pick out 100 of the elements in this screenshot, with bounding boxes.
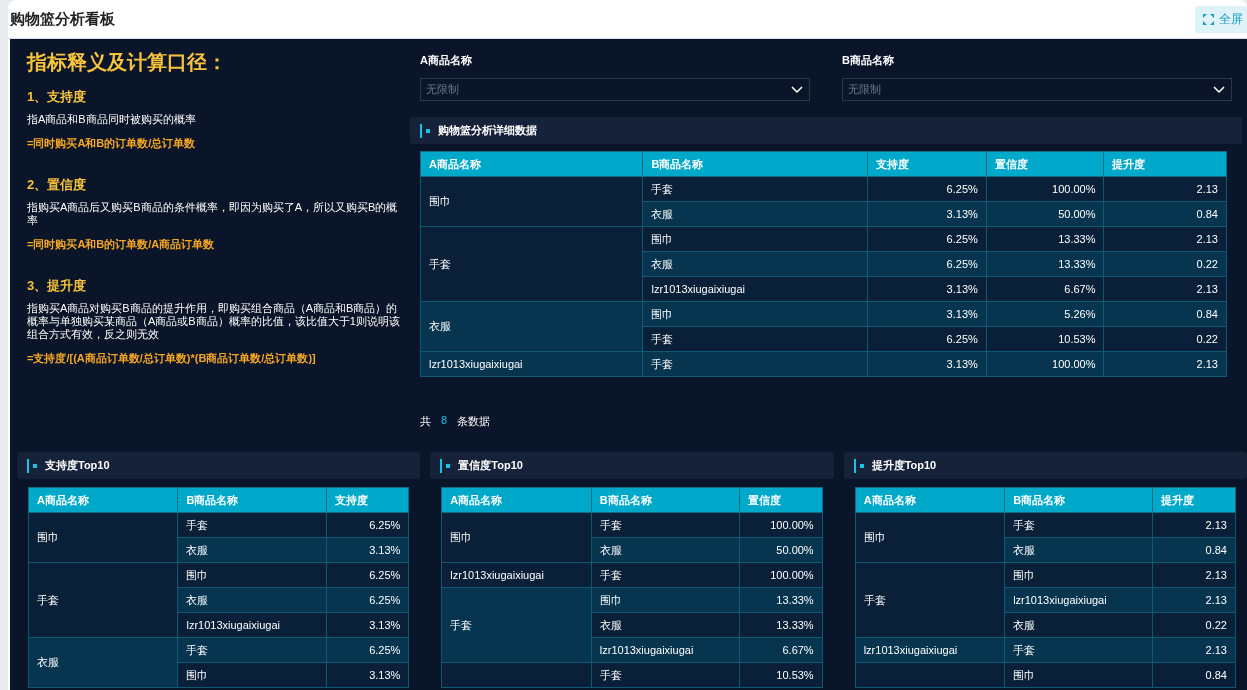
section-title: 支持度Top10: [45, 458, 110, 473]
table-cell: 0.84: [1152, 537, 1236, 563]
table-cell: 手套: [591, 662, 740, 688]
chevron-down-icon: [791, 85, 803, 94]
table-cell: 围巾: [1004, 662, 1153, 688]
table-cell: 100.00%: [986, 176, 1104, 202]
table-cell: 衣服: [420, 301, 643, 352]
chevron-down-icon: [1213, 85, 1225, 94]
metric-formula: =支持度/[(A商品订单数/总订单数)*(B商品订单数/总订单数)]: [27, 351, 317, 366]
table-cell: lzr1013xiugaixiugai: [420, 351, 643, 377]
table-cell: 2.13: [1103, 176, 1227, 202]
table-cell: 3.13%: [326, 537, 409, 563]
table-cell: 10.53%: [739, 662, 823, 688]
filter-label: B商品名称: [842, 53, 895, 68]
table-cell: 手套: [642, 176, 867, 202]
fullscreen-button[interactable]: 全屏: [1195, 5, 1247, 33]
table-cell: 手套: [591, 562, 740, 588]
table-cell: 围巾: [642, 226, 867, 252]
table-cell: 衣服: [28, 637, 178, 688]
metric-formula: =同时购买A和B的订单数/A商品订单数: [27, 237, 216, 252]
table-cell: 100.00%: [986, 351, 1104, 377]
footer-text: 条数据: [457, 414, 491, 429]
column-header[interactable]: B商品名称: [642, 151, 867, 177]
table-cell: 手套: [177, 637, 327, 663]
table-cell: 手套: [855, 562, 1005, 638]
table-cell: 6.25%: [326, 512, 409, 538]
table-cell: 3.13%: [867, 301, 987, 327]
table-cell: 围巾: [441, 512, 592, 563]
table-cell: 13.33%: [739, 612, 823, 638]
column-header[interactable]: B商品名称: [591, 487, 740, 513]
table-cell: 2.13: [1152, 587, 1236, 613]
table-cell: 6.25%: [867, 176, 987, 202]
section-marker-icon: [420, 123, 430, 138]
page-title: 购物篮分析看板: [10, 9, 115, 29]
column-header[interactable]: 支持度: [326, 487, 409, 513]
table-cell: 2.13: [1103, 351, 1227, 377]
table-cell: 2.13: [1152, 512, 1236, 538]
table-cell: 100.00%: [739, 562, 823, 588]
fullscreen-icon: [1203, 13, 1214, 25]
table-cell: 13.33%: [986, 226, 1104, 252]
table-cell: lzr1013xiugaixiugai: [441, 562, 592, 588]
column-header[interactable]: 支持度: [867, 151, 987, 177]
table-cell: 0.84: [1103, 301, 1227, 327]
metric-title: 3、提升度: [27, 277, 88, 295]
table-cell: 10.53%: [986, 326, 1104, 352]
table-cell: lzr1013xiugaixiugai: [1004, 587, 1153, 613]
table-cell: 6.25%: [867, 251, 987, 277]
select-field[interactable]: 无限制: [842, 78, 1232, 101]
table-cell: 5.26%: [986, 301, 1104, 327]
table-cell: 围巾: [420, 176, 643, 227]
column-header[interactable]: A商品名称: [420, 151, 643, 177]
table-cell: 衣服: [642, 251, 867, 277]
column-header[interactable]: A商品名称: [28, 487, 178, 513]
table-cell: 3.13%: [326, 612, 409, 638]
column-header[interactable]: 置信度: [739, 487, 823, 513]
table-cell: 手套: [642, 351, 867, 377]
table-cell: 围巾: [591, 587, 740, 613]
table-cell: 3.13%: [867, 351, 987, 377]
section-title: 提升度Top10: [871, 458, 937, 473]
record-count: 8: [441, 414, 448, 428]
column-header[interactable]: A商品名称: [441, 487, 592, 513]
table-cell: lzr1013xiugaixiugai: [177, 612, 327, 638]
table-cell: 手套: [591, 512, 740, 538]
column-header[interactable]: B商品名称: [177, 487, 327, 513]
select-field[interactable]: 无限制: [420, 78, 810, 101]
table-cell: 3.13%: [326, 662, 409, 688]
table-cell: 衣服: [1004, 537, 1153, 563]
table-cell: 手套: [1004, 512, 1153, 538]
section-title: 置信度Top10: [458, 458, 523, 473]
metric-description: 指购买A商品对购买B商品的提升作用，即购买组合商品（A商品和B商品）的概率与单独购买某商品（A商品或B商品）概率的比值，该比值大于1则说明该组合方式有效，反之则无效: [27, 302, 401, 341]
table-cell: 围巾: [855, 512, 1005, 563]
table-cell: lzr1013xiugaixiugai: [591, 637, 740, 663]
column-header[interactable]: 置信度: [986, 151, 1104, 177]
column-header[interactable]: 提升度: [1152, 487, 1236, 513]
table-cell: 6.25%: [326, 587, 409, 613]
column-header[interactable]: B商品名称: [1004, 487, 1153, 513]
table-cell: 6.25%: [326, 562, 409, 588]
table-cell: 衣服: [591, 537, 740, 563]
table-cell: lzr1013xiugaixiugai: [855, 637, 1005, 663]
table-cell: 围巾: [177, 562, 327, 588]
section-marker-icon: [853, 458, 864, 473]
metric-description: 指购买A商品后又购买B商品的条件概率，即因为购买了A，所以又购买B的概率: [27, 201, 399, 227]
metric-formula: =同时购买A和B的订单数/总订单数: [27, 136, 197, 151]
table-cell: 2.13: [1103, 226, 1227, 252]
table-cell: 3.13%: [867, 276, 987, 302]
footer-text: 共: [420, 414, 431, 429]
table-cell: 手套: [441, 587, 592, 663]
section-heading: 指标释义及计算口径：: [27, 50, 228, 75]
table-cell: 手套: [1004, 637, 1153, 663]
column-header[interactable]: A商品名称: [855, 487, 1005, 513]
table-cell: 6.25%: [326, 637, 409, 663]
table-cell: 衣服: [642, 201, 867, 227]
table-cell: 6.67%: [986, 276, 1104, 302]
table-cell: 6.67%: [739, 637, 823, 663]
filter-label: A商品名称: [420, 53, 473, 68]
table-cell: 0.22: [1103, 326, 1227, 352]
table-cell: 2.13: [1103, 276, 1227, 302]
table-cell: 手套: [642, 326, 867, 352]
table-cell: 围巾: [1004, 562, 1153, 588]
column-header[interactable]: 提升度: [1103, 151, 1227, 177]
